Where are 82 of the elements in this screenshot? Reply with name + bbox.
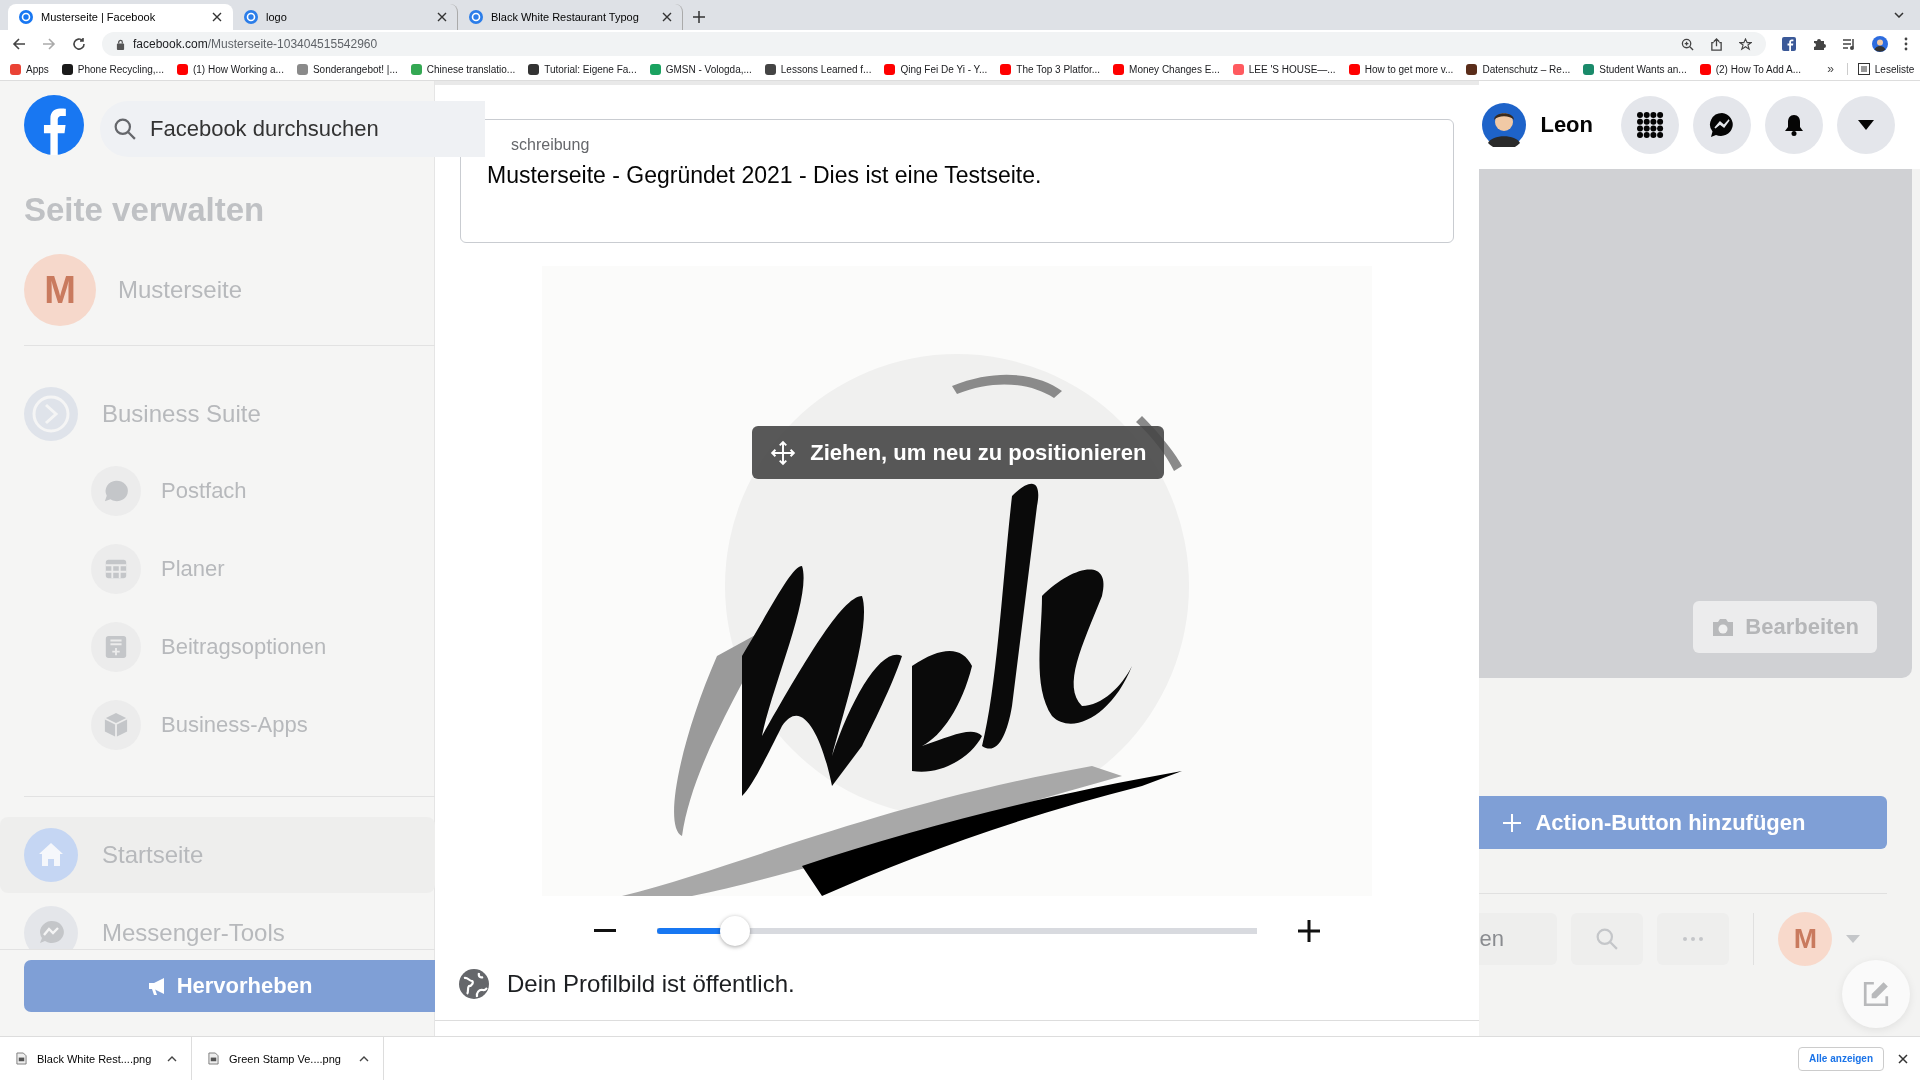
chat-bubble-icon xyxy=(91,466,141,516)
search-icon xyxy=(114,118,136,140)
page-avatar: M xyxy=(24,254,96,326)
more-bookmarks-button[interactable]: » xyxy=(1827,62,1834,76)
close-icon[interactable] xyxy=(212,12,222,22)
profile-link[interactable]: Leon xyxy=(1482,103,1593,147)
file-icon xyxy=(208,1052,219,1065)
show-all-button[interactable]: Alle anzeigen xyxy=(1798,1046,1884,1071)
new-tab-icon[interactable] xyxy=(693,11,705,23)
tab-title: logo xyxy=(266,11,288,23)
close-icon[interactable] xyxy=(662,12,672,22)
close-icon[interactable] xyxy=(1898,1053,1908,1064)
list-icon xyxy=(1857,63,1870,75)
bookmark[interactable]: (1) How Working a... xyxy=(176,63,284,75)
download-item[interactable]: Black White Rest....png xyxy=(0,1037,192,1080)
bookmark[interactable]: Lessons Learned f... xyxy=(764,63,872,75)
slider-thumb[interactable] xyxy=(720,916,751,946)
reload-icon[interactable] xyxy=(72,37,86,51)
privacy-note: Dein Profilbild ist öffentlich. xyxy=(507,970,795,998)
extension-icon[interactable] xyxy=(1782,37,1796,51)
bookmark[interactable]: Phone Recycling,... xyxy=(61,63,164,75)
bookmark[interactable]: How to get more v... xyxy=(1348,63,1454,75)
field-label: schreibung xyxy=(511,136,590,154)
bookmark[interactable]: Datenschutz – Re... xyxy=(1466,63,1571,75)
grid-icon xyxy=(1636,111,1664,139)
file-icon xyxy=(16,1052,27,1065)
zoom-in-icon[interactable] xyxy=(1298,920,1321,942)
bell-icon xyxy=(1782,113,1806,137)
bookmark[interactable]: Sonderangebot! |... xyxy=(296,63,398,75)
bookmark[interactable]: GMSN - Vologda,... xyxy=(649,63,752,75)
reading-list-button[interactable]: Leseliste xyxy=(1846,63,1915,75)
tab-title: Black White Restaurant Typog xyxy=(491,11,640,23)
chevron-down-icon[interactable] xyxy=(1894,12,1904,18)
field-value: Musterseite - Gegründet 2021 - Dies ist eine Testseite. xyxy=(487,162,1043,189)
download-item[interactable]: Green Stamp Ve....png xyxy=(192,1037,384,1080)
profile-avatar-icon[interactable] xyxy=(1872,36,1888,52)
bookmark[interactable]: LEE 'S HOUSE—... xyxy=(1232,63,1336,75)
browser-tab[interactable]: Musterseite | Facebook xyxy=(8,4,233,30)
home-icon xyxy=(24,828,78,882)
move-icon xyxy=(770,439,797,466)
bookmark[interactable]: Student Wants an... xyxy=(1583,63,1687,75)
close-icon[interactable] xyxy=(437,12,447,22)
camera-icon xyxy=(1711,617,1736,637)
more-icon xyxy=(1683,937,1704,941)
calendar-grid-icon xyxy=(91,544,141,594)
description-field[interactable]: schreibung Musterseite - Gegründet 2021 - Dies ist eine Testseite. xyxy=(460,119,1455,243)
messenger-icon xyxy=(1708,111,1736,139)
tab-favicon-icon xyxy=(468,9,484,25)
url-text: facebook.com/Musterseite-103404515542960 xyxy=(133,37,378,51)
media-icon[interactable] xyxy=(1842,37,1856,51)
menu-icon[interactable] xyxy=(1904,37,1908,51)
share-icon[interactable] xyxy=(1710,37,1723,51)
bookmark[interactable]: Apps xyxy=(10,63,49,75)
lock-icon xyxy=(116,38,125,50)
user-avatar xyxy=(1482,103,1527,147)
bookmark[interactable]: Qing Fei De Yi - Y... xyxy=(884,63,988,75)
search-field[interactable]: Facebook durchsuchen xyxy=(100,101,485,157)
zoom-icon[interactable] xyxy=(1681,37,1694,51)
bookmark[interactable]: The Top 3 Platfor... xyxy=(1000,63,1101,75)
edit-icon xyxy=(1862,980,1890,1008)
puzzle-icon[interactable] xyxy=(1812,37,1826,51)
bookmark[interactable]: Tutorial: Eigene Fa... xyxy=(528,63,637,75)
plus-icon xyxy=(1503,813,1522,832)
zoom-out-icon[interactable] xyxy=(594,929,617,933)
tab-favicon-icon xyxy=(243,9,259,25)
bookmark[interactable]: Chinese translatio... xyxy=(410,63,516,75)
post-options-icon xyxy=(91,622,141,672)
search-icon xyxy=(1596,928,1619,950)
facebook-logo[interactable] xyxy=(24,95,84,155)
tab-favicon-icon xyxy=(18,9,34,25)
tab-title: Musterseite | Facebook xyxy=(41,11,157,23)
bookmark[interactable]: Money Changes E... xyxy=(1113,63,1220,75)
globe-icon xyxy=(459,969,489,999)
address-bar[interactable]: facebook.com/Musterseite-103404515542960 xyxy=(102,32,1766,56)
bookmark[interactable]: (2) How To Add A... xyxy=(1699,63,1802,75)
caret-up-icon[interactable] xyxy=(359,1055,369,1062)
tooltip-text: Ziehen, um neu zu positionieren xyxy=(810,439,1147,466)
caret-icon xyxy=(1858,120,1874,130)
caret-up-icon[interactable] xyxy=(167,1055,177,1062)
star-icon[interactable] xyxy=(1739,37,1752,51)
back-icon[interactable] xyxy=(12,37,26,51)
cube-icon xyxy=(91,700,141,750)
